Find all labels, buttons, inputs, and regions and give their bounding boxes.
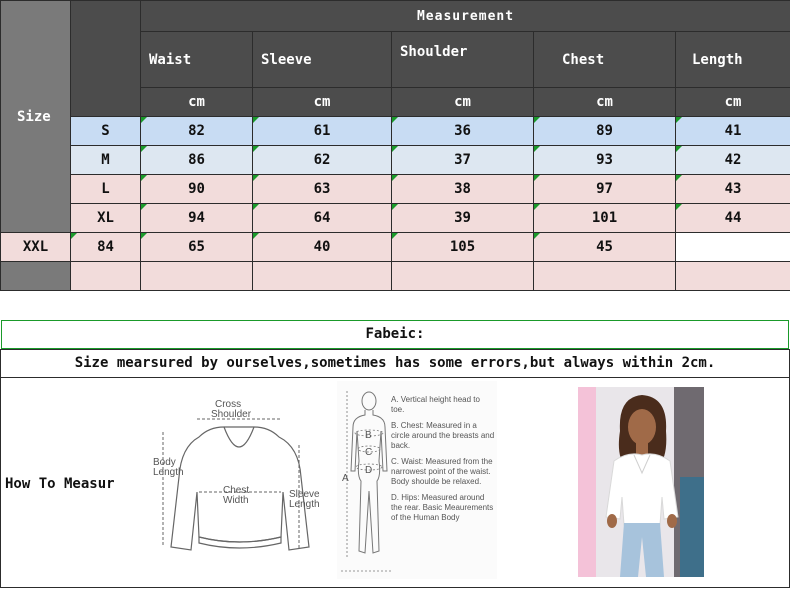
note-a: A. Vertical height head to toe. [391,395,480,414]
empty-cell [140,261,253,291]
how-to-measure-label: How To Measur [5,476,115,492]
size-cell: M [70,145,141,175]
note-b: B. Chest: Measured in a circle around th… [391,421,495,450]
value-cell: 42 [674,145,790,175]
unit-length: cm [674,87,790,117]
model-photo-image [578,387,704,577]
value-cell: 89 [533,116,676,146]
col-sleeve: Sleeve [252,31,392,88]
note-c: C. Waist: Measured from the narrowest po… [391,457,493,486]
empty-cell [674,261,790,291]
col-shoulder: Shoulder [391,31,534,88]
spacer-row [0,291,790,319]
body-measure-notes: A. Vertical height head to toe. B. Chest… [391,395,495,529]
label-shoulder: Shoulder [211,409,252,420]
body-measure-diagram: A B C D A. Vertical height head to toe. … [337,381,497,579]
value-cell: 44 [674,203,790,233]
value-cell: 63 [252,174,392,204]
how-to-measure-section: How To Measur Cross Shoulder Body Length… [0,377,790,588]
marker-c: C [365,447,372,458]
value-cell: 97 [533,174,676,204]
value-cell: 38 [391,174,534,204]
value-cell: 86 [140,145,253,175]
unit-waist: cm [140,87,253,117]
value-cell: 64 [252,203,392,233]
measurement-header: Measurement [139,0,790,32]
model-photo [578,387,704,577]
size-cell: XL [70,203,141,233]
table-row: S 82 61 36 89 41 [1,116,790,146]
table-row-empty [0,261,790,291]
size-cell: XXL [0,232,71,262]
value-cell: 62 [252,145,392,175]
table-row: XL 94 64 39 101 44 [1,203,790,233]
header-blank-cell [70,0,141,117]
value-cell: 84 [70,232,141,262]
note-d: D. Hips: Measured around the rear. Basic… [391,493,494,522]
empty-cell [252,261,392,291]
label-sleeve-length: Length [289,499,320,510]
col-length: Length [674,31,790,88]
table-row: L 90 63 38 97 43 [1,174,790,204]
col-chest: Chest [533,31,676,88]
value-cell: 82 [140,116,253,146]
unit-shoulder: cm [391,87,534,117]
unit-sleeve: cm [252,87,392,117]
marker-a: A [342,473,349,484]
value-cell: 45 [533,232,676,262]
unit-chest: cm [533,87,676,117]
table-row: XXL 84 65 40 105 45 [0,232,790,262]
measure-lines-icon [162,418,300,549]
size-cell: S [70,116,141,146]
fabric-label: Fabeic: [1,320,789,349]
value-cell: 61 [252,116,392,146]
marker-b: B [365,430,372,441]
label-body-length: Length [153,467,184,478]
marker-d: D [365,465,372,476]
value-cell: 105 [391,232,534,262]
col-waist: Waist [140,31,253,88]
size-table: Size Measurement Waist Sleeve Shoulder C… [0,0,790,291]
value-cell: 65 [140,232,253,262]
value-cell: 93 [533,145,676,175]
value-cell: 39 [391,203,534,233]
value-cell: 37 [391,145,534,175]
empty-cell [391,261,534,291]
measurement-note: Size mearsured by ourselves,sometimes ha… [0,349,790,378]
size-header: Size [0,0,71,233]
human-body-icon: A B C D [341,391,393,572]
value-cell: 41 [674,116,790,146]
value-cell: 94 [140,203,253,233]
size-col-filler [0,261,71,291]
empty-cell [70,261,141,291]
shirt-diagram: Cross Shoulder Body Length Chest Width S… [153,399,320,551]
value-cell: 36 [391,116,534,146]
value-cell: 90 [140,174,253,204]
empty-cell [533,261,676,291]
label-width: Width [223,495,249,506]
value-cell: 40 [252,232,392,262]
value-cell: 101 [533,203,676,233]
table-row: M 86 62 37 93 42 [1,145,790,175]
size-cell: L [70,174,141,204]
value-cell: 43 [674,174,790,204]
